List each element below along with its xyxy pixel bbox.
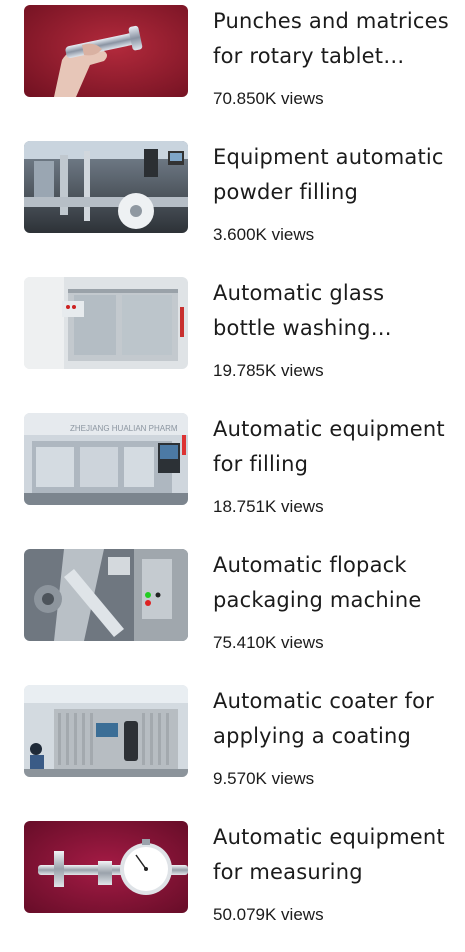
video-item[interactable]: Automatic coater for applying a coating …	[0, 680, 465, 816]
view-count: 75.410K views	[213, 633, 324, 652]
view-count: 50.079K views	[213, 905, 324, 924]
video-list: Punches and matrices for rotary tablet p…	[0, 0, 465, 925]
thumbnail-image	[24, 277, 188, 369]
view-count: 18.751K views	[213, 497, 324, 516]
thumbnail-image	[24, 549, 188, 641]
video-title[interactable]: Automatic coater for applying a coating	[213, 684, 449, 754]
video-item[interactable]: Punches and matrices for rotary tablet p…	[0, 0, 465, 136]
video-item[interactable]: Automatic equipment for measuring 50.079…	[0, 816, 465, 952]
thumbnail-image	[24, 5, 188, 97]
video-item[interactable]: Automatic flopack packaging machine 75.4…	[0, 544, 465, 680]
video-title[interactable]: Automatic flopack packaging machine	[213, 548, 449, 618]
video-thumbnail[interactable]	[24, 5, 188, 97]
video-item[interactable]: Automatic glass bottle washing machine 1…	[0, 272, 465, 408]
video-title[interactable]: Punches and matrices for rotary tablet p…	[213, 4, 449, 74]
view-count: 9.570K views	[213, 769, 315, 788]
video-thumbnail[interactable]	[24, 141, 188, 233]
thumbnail-image	[24, 141, 188, 233]
view-count: 70.850K views	[213, 89, 324, 108]
video-title[interactable]: Equipment automatic powder filling	[213, 140, 449, 210]
video-thumbnail[interactable]	[24, 821, 188, 913]
video-title[interactable]: Automatic glass bottle washing machine	[213, 276, 449, 346]
video-title[interactable]: Automatic equipment for measuring	[213, 820, 449, 890]
video-item[interactable]: Equipment automatic powder filling 3.600…	[0, 136, 465, 272]
video-title[interactable]: Automatic equipment for filling	[213, 412, 449, 482]
video-thumbnail[interactable]	[24, 549, 188, 641]
thumbnail-image	[24, 685, 188, 777]
thumbnail-image	[24, 821, 188, 913]
video-thumbnail[interactable]	[24, 277, 188, 369]
video-item[interactable]: ZHEJIANG HUALIAN PHARM Automatic equipme…	[0, 408, 465, 544]
thumbnail-image: ZHEJIANG HUALIAN PHARM	[24, 413, 188, 505]
view-count: 3.600K views	[213, 225, 315, 244]
video-thumbnail[interactable]	[24, 685, 188, 777]
thumbnail-watermark: ZHEJIANG HUALIAN PHARM	[70, 424, 178, 433]
video-thumbnail[interactable]: ZHEJIANG HUALIAN PHARM	[24, 413, 188, 505]
view-count: 19.785K views	[213, 361, 324, 380]
